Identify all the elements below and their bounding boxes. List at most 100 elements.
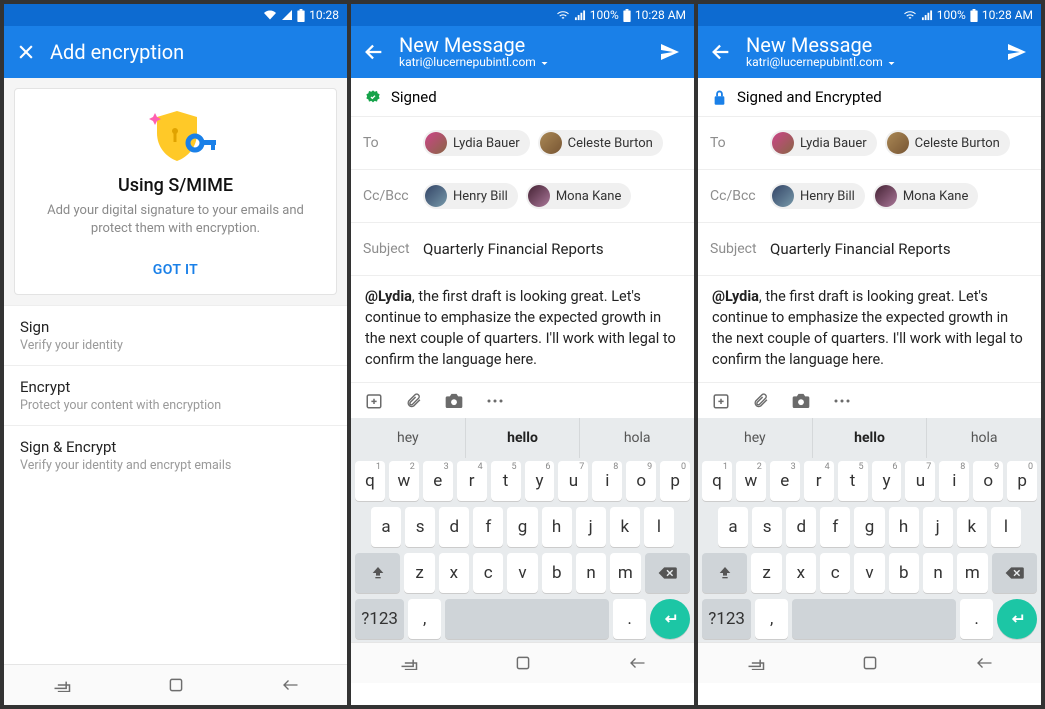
letter-key[interactable]: i8	[592, 461, 622, 501]
suggestion[interactable]: hola	[927, 418, 1041, 458]
suggestion[interactable]: hola	[580, 418, 694, 458]
add-event-icon[interactable]	[712, 392, 730, 410]
letter-key[interactable]: f	[820, 507, 850, 547]
home-icon[interactable]	[168, 677, 184, 693]
attachment-icon[interactable]	[405, 391, 422, 410]
letter-key[interactable]: i8	[939, 461, 969, 501]
camera-icon[interactable]	[444, 392, 464, 409]
letter-key[interactable]: g	[854, 507, 884, 547]
letter-key[interactable]: d	[786, 507, 816, 547]
letter-key[interactable]: n	[576, 553, 606, 593]
add-event-icon[interactable]	[365, 392, 383, 410]
camera-icon[interactable]	[791, 392, 811, 409]
enter-key[interactable]	[650, 599, 690, 639]
letter-key[interactable]: y6	[872, 461, 902, 501]
letter-key[interactable]: e3	[423, 461, 453, 501]
letter-key[interactable]: p0	[1007, 461, 1037, 501]
recipient-chip[interactable]: Henry Bill	[423, 183, 518, 209]
letter-key[interactable]: z	[404, 553, 434, 593]
to-row[interactable]: To Lydia Bauer Celeste Burton	[698, 117, 1041, 170]
close-icon[interactable]	[16, 42, 36, 62]
letter-key[interactable]: v	[854, 553, 884, 593]
home-icon[interactable]	[515, 655, 531, 671]
letter-key[interactable]: k	[610, 507, 640, 547]
letter-key[interactable]: r4	[457, 461, 487, 501]
letter-key[interactable]: w2	[736, 461, 766, 501]
subject-row[interactable]: Subject Quarterly Financial Reports	[351, 223, 694, 276]
letter-key[interactable]: x	[439, 553, 469, 593]
from-account-dropdown[interactable]: katri@lucernepubintl.com	[399, 56, 549, 69]
more-icon[interactable]	[486, 398, 504, 404]
letter-key[interactable]: b	[889, 553, 919, 593]
suggestion[interactable]: hello	[466, 418, 581, 458]
letter-key[interactable]: w2	[389, 461, 419, 501]
send-button[interactable]	[658, 40, 682, 64]
recipient-chip[interactable]: Lydia Bauer	[770, 130, 877, 156]
letter-key[interactable]: b	[542, 553, 572, 593]
comma-key[interactable]: ,	[755, 599, 788, 639]
got-it-button[interactable]: GOT IT	[29, 252, 322, 284]
back-arrow-icon[interactable]	[363, 41, 385, 63]
symbols-key[interactable]: ?123	[702, 599, 751, 639]
letter-key[interactable]: y6	[525, 461, 555, 501]
letter-key[interactable]: d	[439, 507, 469, 547]
back-arrow-icon[interactable]	[710, 41, 732, 63]
more-icon[interactable]	[833, 398, 851, 404]
option-sign-and-encrypt[interactable]: Sign & Encrypt Verify your identity and …	[4, 425, 347, 485]
letter-key[interactable]: m	[957, 553, 987, 593]
subject-row[interactable]: Subject Quarterly Financial Reports	[698, 223, 1041, 276]
backspace-key[interactable]	[992, 553, 1037, 593]
recipient-chip[interactable]: Henry Bill	[770, 183, 865, 209]
letter-key[interactable]: h	[542, 507, 572, 547]
suggestion[interactable]: hello	[813, 418, 928, 458]
letter-key[interactable]: o9	[973, 461, 1003, 501]
recents-icon[interactable]	[746, 656, 766, 670]
letter-key[interactable]: k	[957, 507, 987, 547]
suggestion[interactable]: hey	[351, 418, 466, 458]
letter-key[interactable]: c	[820, 553, 850, 593]
recents-icon[interactable]	[399, 656, 419, 670]
letter-key[interactable]: n	[923, 553, 953, 593]
period-key[interactable]: .	[613, 599, 646, 639]
recipient-chip[interactable]: Mona Kane	[873, 183, 979, 209]
back-icon[interactable]	[628, 656, 646, 670]
from-account-dropdown[interactable]: katri@lucernepubintl.com	[746, 56, 896, 69]
recipient-chip[interactable]: Celeste Burton	[885, 130, 1010, 156]
to-row[interactable]: To Lydia Bauer Celeste Burton	[351, 117, 694, 170]
letter-key[interactable]: r4	[804, 461, 834, 501]
message-body[interactable]: @Lydia, the first draft is looking great…	[351, 276, 694, 382]
period-key[interactable]: .	[960, 599, 993, 639]
letter-key[interactable]: c	[473, 553, 503, 593]
back-icon[interactable]	[281, 678, 299, 692]
letter-key[interactable]: u7	[905, 461, 935, 501]
option-sign[interactable]: Sign Verify your identity	[4, 305, 347, 365]
subject-input[interactable]: Quarterly Financial Reports	[423, 240, 604, 258]
letter-key[interactable]: s	[405, 507, 435, 547]
recipient-chip[interactable]: Mona Kane	[526, 183, 632, 209]
suggestion[interactable]: hey	[698, 418, 813, 458]
attachment-icon[interactable]	[752, 391, 769, 410]
letter-key[interactable]: e3	[770, 461, 800, 501]
enter-key[interactable]	[997, 599, 1037, 639]
letter-key[interactable]: l	[644, 507, 674, 547]
letter-key[interactable]: h	[889, 507, 919, 547]
letter-key[interactable]: j	[576, 507, 606, 547]
symbols-key[interactable]: ?123	[355, 599, 404, 639]
letter-key[interactable]: x	[786, 553, 816, 593]
back-icon[interactable]	[975, 656, 993, 670]
letter-key[interactable]: u7	[558, 461, 588, 501]
cc-bcc-row[interactable]: Cc/Bcc Henry Bill Mona Kane	[351, 170, 694, 223]
letter-key[interactable]: l	[991, 507, 1021, 547]
message-body[interactable]: @Lydia, the first draft is looking great…	[698, 276, 1041, 382]
cc-bcc-row[interactable]: Cc/Bcc Henry Bill Mona Kane	[698, 170, 1041, 223]
recents-icon[interactable]	[52, 678, 72, 692]
shift-key[interactable]	[355, 553, 400, 593]
letter-key[interactable]: g	[507, 507, 537, 547]
home-icon[interactable]	[862, 655, 878, 671]
letter-key[interactable]: j	[923, 507, 953, 547]
option-encrypt[interactable]: Encrypt Protect your content with encryp…	[4, 365, 347, 425]
space-key[interactable]	[792, 599, 956, 639]
letter-key[interactable]: f	[473, 507, 503, 547]
letter-key[interactable]: t5	[838, 461, 868, 501]
letter-key[interactable]: m	[610, 553, 640, 593]
